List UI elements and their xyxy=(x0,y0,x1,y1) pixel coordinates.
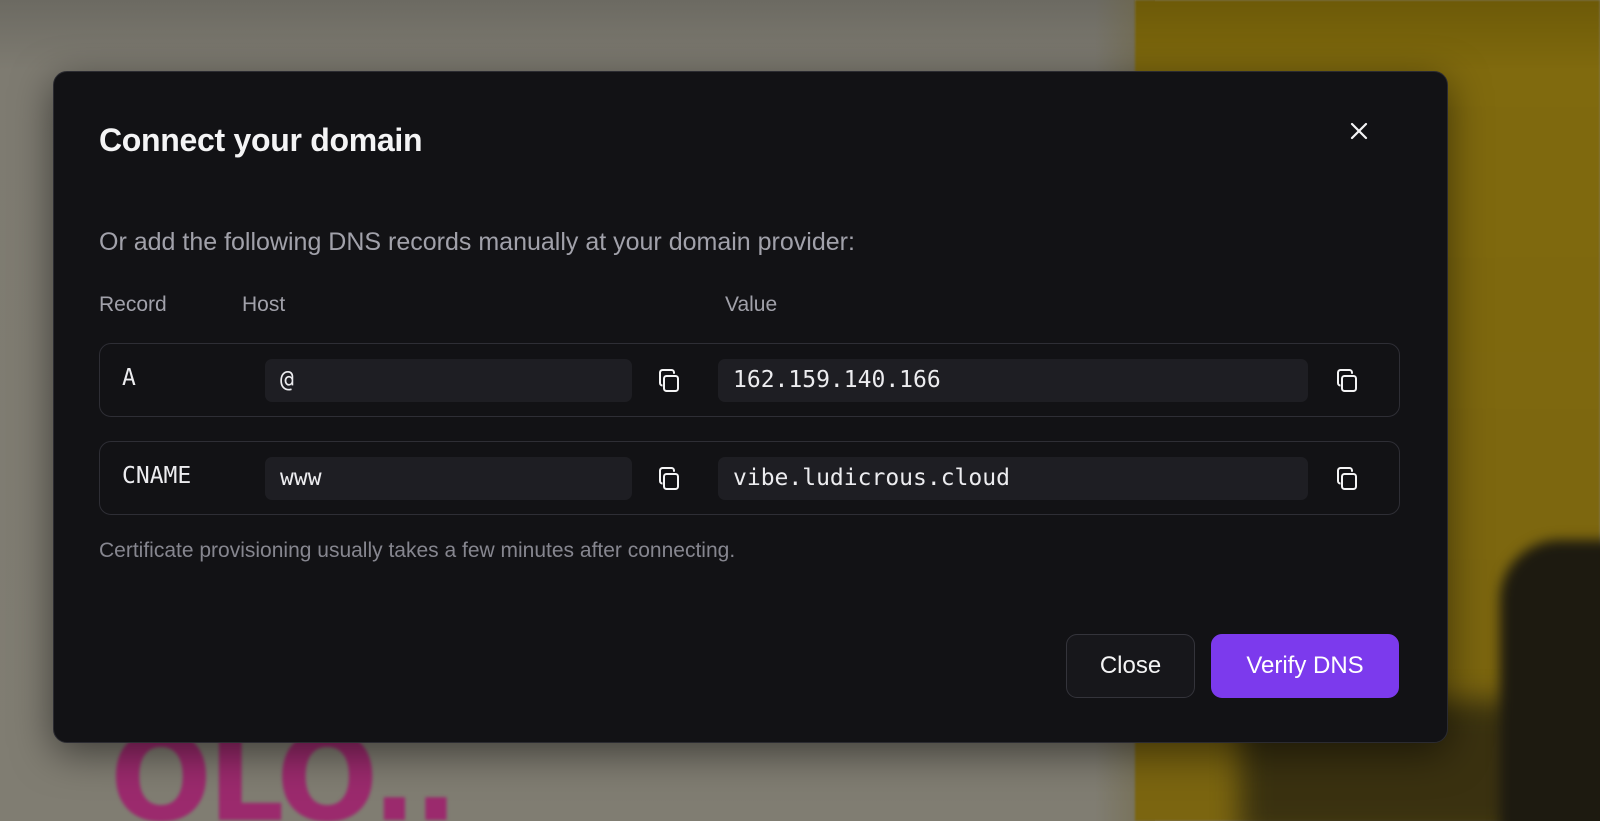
copy-host-button[interactable] xyxy=(653,463,685,495)
copy-icon xyxy=(659,467,679,490)
close-button[interactable]: Close xyxy=(1066,634,1195,698)
dialog-title: Connect your domain xyxy=(99,122,423,158)
copy-icon xyxy=(1337,467,1357,490)
record-type: A xyxy=(122,365,136,391)
background-figure xyxy=(1500,540,1600,821)
value-field[interactable]: vibe.ludicrous.cloud xyxy=(718,457,1308,500)
copy-icon xyxy=(659,369,679,392)
column-header-host: Host xyxy=(242,293,286,316)
column-header-value: Value xyxy=(725,293,778,316)
certificate-note: Certificate provisioning usually takes a… xyxy=(99,539,736,562)
record-type: CNAME xyxy=(122,463,192,489)
value-field[interactable]: 162.159.140.166 xyxy=(718,359,1308,402)
dns-instructions: Or add the following DNS records manuall… xyxy=(99,228,855,256)
connect-domain-dialog: Connect your domain Or add the following… xyxy=(53,71,1448,743)
host-field[interactable]: www xyxy=(265,457,632,500)
dns-record-row: A @ 162.159.140.166 xyxy=(99,343,1400,417)
copy-icon xyxy=(1337,369,1357,392)
verify-dns-button[interactable]: Verify DNS xyxy=(1211,634,1399,698)
close-icon[interactable] xyxy=(1344,116,1374,146)
copy-value-button[interactable] xyxy=(1331,463,1363,495)
copy-host-button[interactable] xyxy=(653,365,685,397)
column-header-record: Record xyxy=(99,293,167,316)
copy-value-button[interactable] xyxy=(1331,365,1363,397)
close-icon-glyph xyxy=(1350,122,1368,140)
dns-record-row: CNAME www vibe.ludicrous.cloud xyxy=(99,441,1400,515)
host-field[interactable]: @ xyxy=(265,359,632,402)
